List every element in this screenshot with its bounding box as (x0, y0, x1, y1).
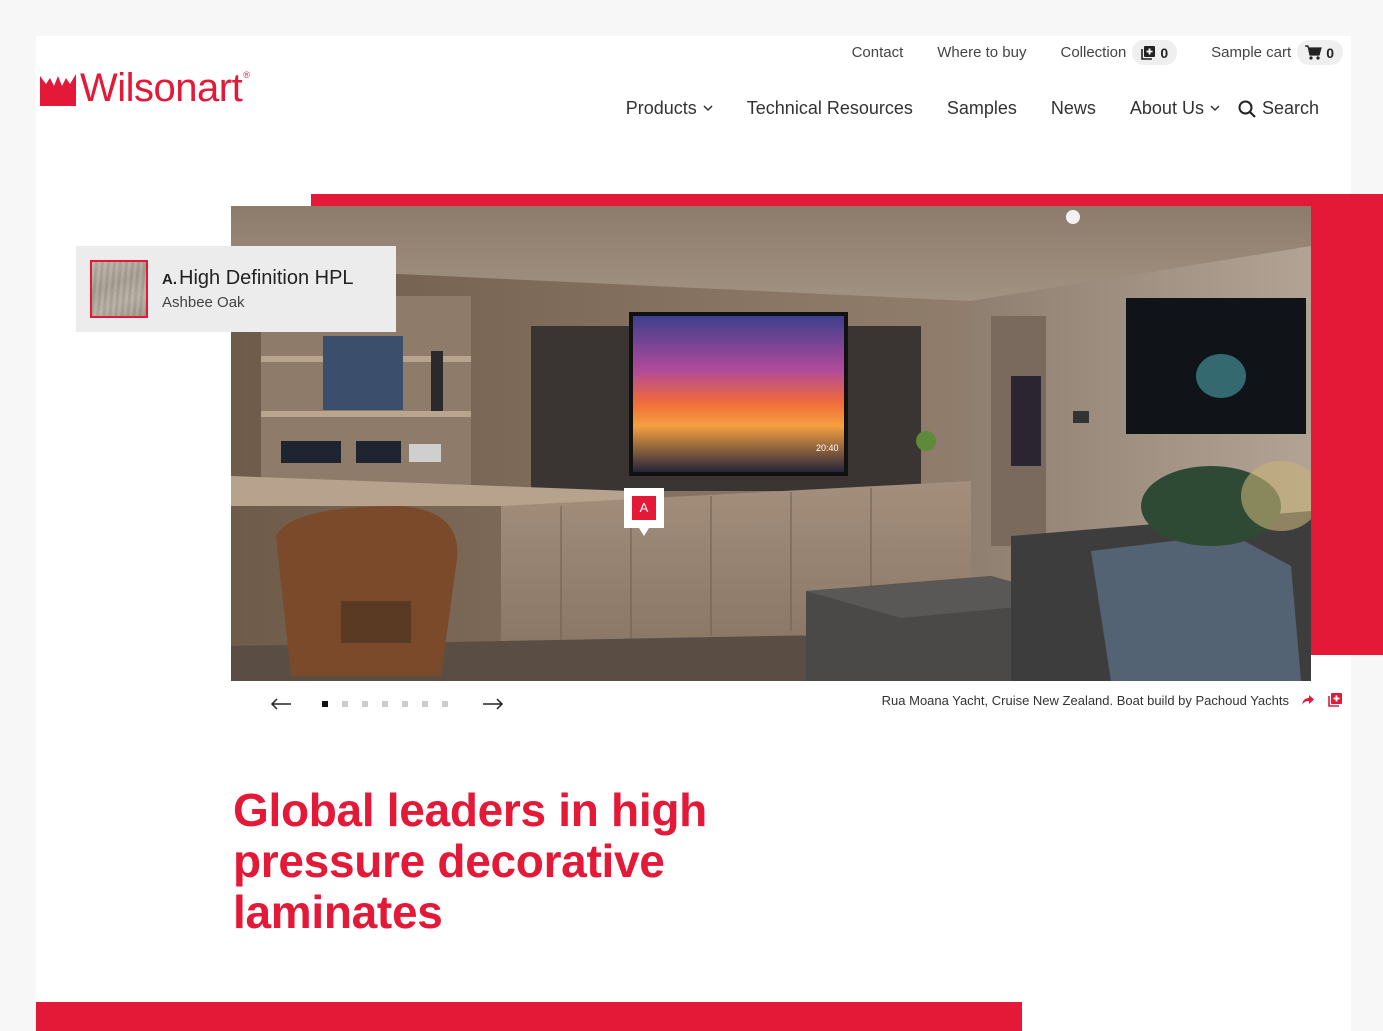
caption-text: Rua Moana Yacht, Cruise New Zealand. Boa… (881, 692, 1289, 708)
carousel-dot-5[interactable] (402, 701, 408, 707)
nav-technical-resources[interactable]: Technical Resources (747, 98, 913, 119)
nav-search[interactable]: Search (1238, 98, 1319, 119)
collection-link[interactable]: Collection 0 (1060, 40, 1178, 65)
cart-icon (1305, 45, 1322, 60)
collection-count: 0 (1160, 44, 1169, 61)
contact-link[interactable]: Contact (852, 44, 904, 61)
image-caption: Rua Moana Yacht, Cruise New Zealand. Boa… (882, 692, 1343, 708)
carousel-prev-button[interactable] (270, 698, 292, 710)
product-tag-letter: A. (162, 271, 177, 288)
nav-search-label: Search (1261, 98, 1319, 118)
brand-registered-mark: ® (243, 70, 250, 80)
sample-cart-counter: 0 (1297, 40, 1343, 65)
brand-name: Wilsonart (80, 66, 243, 110)
sample-cart-count: 0 (1326, 44, 1334, 61)
carousel-dot-1[interactable] (322, 701, 328, 707)
main-nav: Products Technical Resources Samples New… (626, 98, 1319, 119)
sample-cart-label: Sample cart (1211, 44, 1292, 61)
carousel-dot-4[interactable] (382, 701, 388, 707)
nav-about-us-label: About Us (1129, 98, 1204, 118)
carousel-next-button[interactable] (482, 698, 504, 710)
wilsonart-mark-icon (40, 74, 76, 106)
hero-headline: Global leaders in high pressure decorati… (233, 784, 707, 938)
add-to-collection-button[interactable] (1327, 692, 1343, 708)
sample-cart-link[interactable]: Sample cart 0 (1211, 40, 1343, 65)
share-button[interactable] (1301, 694, 1315, 706)
collection-plus-icon (1328, 693, 1342, 707)
product-tag-title-row: A. High Definition HPL (162, 267, 354, 290)
product-hotspot-marker[interactable]: A (624, 488, 664, 536)
nav-about-us[interactable]: About Us (1130, 98, 1220, 119)
wilsonart-logo[interactable]: Wilsonart ® (40, 68, 250, 108)
collection-counter: 0 (1132, 40, 1178, 65)
carousel-dot-7[interactable] (442, 701, 448, 707)
carousel-controls (270, 698, 504, 710)
search-icon (1238, 100, 1256, 118)
nav-products-label: Products (625, 98, 697, 118)
chevron-down-icon (703, 105, 713, 112)
product-tag-text: A. High Definition HPL Ashbee Oak (162, 267, 354, 311)
carousel-dot-6[interactable] (422, 701, 428, 707)
chevron-down-icon (1210, 105, 1220, 112)
product-tag-title: High Definition HPL (179, 267, 354, 289)
collection-plus-icon (1141, 45, 1156, 60)
tv-clock: 20:40 (816, 443, 839, 453)
carousel-dots (322, 701, 462, 707)
carousel-dot-3[interactable] (362, 701, 368, 707)
product-tag-subtitle: Ashbee Oak (162, 294, 245, 311)
where-to-buy-link[interactable]: Where to buy (937, 44, 1026, 61)
arrow-left-icon (270, 698, 291, 710)
carousel-dot-2[interactable] (342, 701, 348, 707)
nav-samples[interactable]: Samples (947, 98, 1017, 119)
utility-nav: Contact Where to buy Collection 0 Sample… (852, 40, 1343, 65)
nav-news[interactable]: News (1051, 98, 1096, 119)
nav-products[interactable]: Products (626, 98, 713, 119)
arrow-right-icon (483, 698, 504, 710)
product-swatch (90, 260, 148, 318)
share-icon (1302, 695, 1314, 705)
collection-label: Collection (1060, 44, 1127, 61)
product-tag-card[interactable]: A. High Definition HPL Ashbee Oak (76, 246, 396, 332)
hotspot-label: A (632, 496, 656, 520)
bottom-accent-bar (36, 1002, 1022, 1031)
